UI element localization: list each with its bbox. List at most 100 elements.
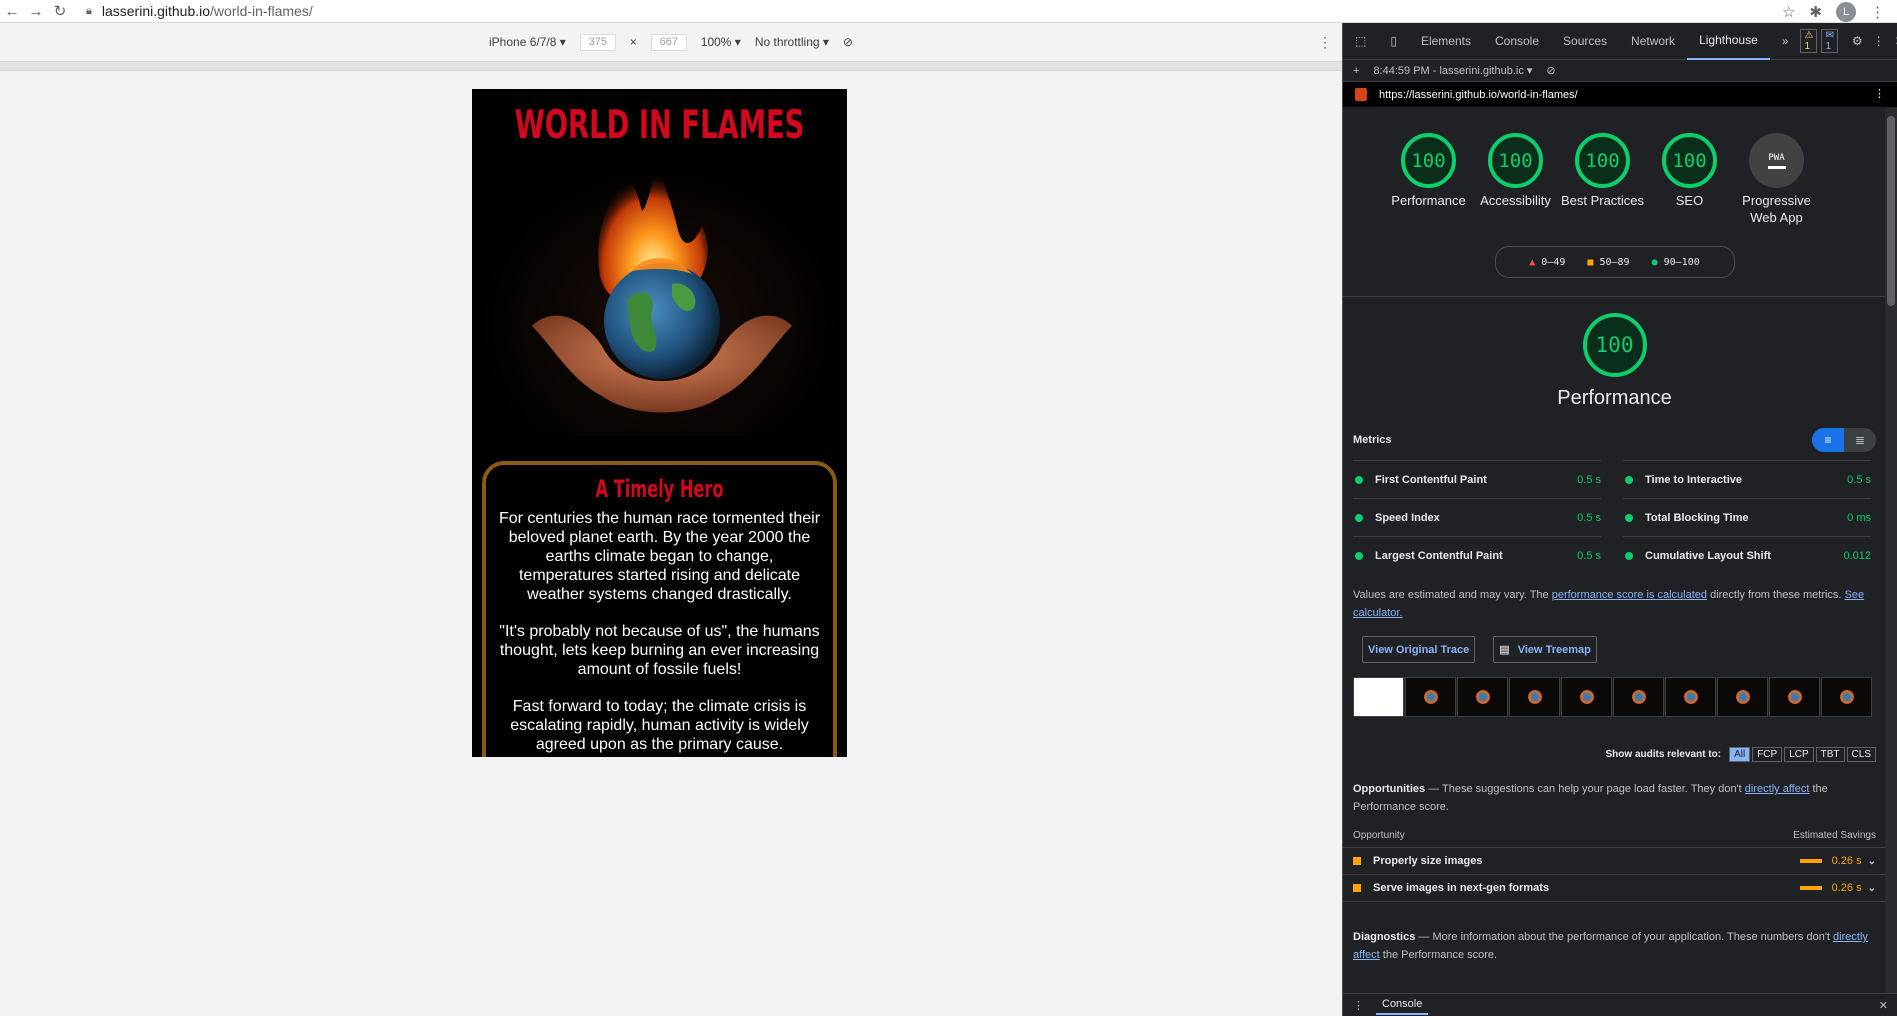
rotate-icon[interactable]: ⊘ [843, 35, 853, 49]
address-bar[interactable]: 🔒︎ lasserini.github.io/world-in-flames/ [86, 1, 313, 21]
devtools-menu-icon[interactable]: ⋮ [1873, 34, 1885, 48]
viewport-height-input[interactable]: 667 [650, 33, 687, 51]
more-tabs-icon[interactable]: » [1770, 23, 1801, 60]
metric-name: First Contentful Paint [1375, 473, 1487, 486]
media-query-ruler[interactable] [0, 61, 1342, 71]
browser-menu-icon[interactable]: ⋮ [1870, 3, 1885, 21]
metrics-header: Metrics ≡ ≣ [1343, 428, 1886, 452]
filter-all[interactable]: All [1729, 747, 1751, 762]
metric-name: Cumulative Layout Shift [1645, 549, 1771, 562]
opportunity-savings: 0.26 s [1831, 882, 1862, 894]
tab-elements[interactable]: Elements [1409, 23, 1483, 60]
browser-toolbar: ← → ↻ 🔒︎ lasserini.github.io/world-in-fl… [0, 0, 1897, 23]
metric-value: 0 ms [1847, 511, 1871, 524]
report-url[interactable]: https://lasserini.github.io/world-in-fla… [1379, 89, 1578, 101]
gauge-label: Accessibility [1480, 193, 1551, 208]
new-report-plus-icon[interactable]: + [1353, 65, 1359, 77]
report-select[interactable]: 8:44:59 PM - lasserini.github.ic ▾ [1373, 64, 1532, 77]
gauge-pwa[interactable]: PWA Progressive Web App [1742, 133, 1811, 226]
score-calculated-link[interactable]: performance score is calculated [1552, 589, 1707, 601]
drawer-close-icon[interactable]: ✕ [1879, 999, 1888, 1012]
pass-dot-icon [1355, 513, 1363, 522]
bookmark-star-icon[interactable]: ☆ [1782, 3, 1795, 21]
url-path: /world-in-flames/ [210, 3, 313, 19]
chevron-down-icon[interactable]: ⌄ [1868, 856, 1876, 867]
compact-view-icon[interactable]: ≡ [1812, 428, 1844, 452]
opportunity-name: Properly size images [1373, 855, 1483, 867]
pass-dot-icon [1625, 513, 1633, 522]
warnings-count: 1 [1804, 41, 1811, 52]
device-select[interactable]: iPhone 6/7/8 ▾ [489, 35, 566, 49]
drawer-menu-icon[interactable]: ⋮ [1353, 999, 1364, 1012]
gauge-performance[interactable]: 100 Performance [1391, 133, 1466, 226]
report-scrollbar[interactable] [1885, 108, 1897, 996]
warnings-badge[interactable]: ⚠ 1 [1800, 29, 1818, 53]
console-drawer-tab[interactable]: Console [1376, 995, 1429, 1015]
story-paragraph-3: Fast forward to today; the climate crisi… [510, 698, 809, 753]
score-gauges: 100 Performance 100 Accessibility 100 Be… [1343, 108, 1886, 226]
metric-si: Speed Index 0.5 s [1353, 498, 1601, 536]
gauge-label: Best Practices [1560, 193, 1645, 208]
reload-icon[interactable]: ↻ [48, 0, 72, 23]
square-icon: ■ [1587, 256, 1594, 268]
metric-fcp: First Contentful Paint 0.5 s [1353, 460, 1601, 498]
opportunity-row[interactable]: Properly size images 0.26 s ⌄ [1343, 848, 1886, 875]
legend-fail: ▲ 0–49 [1529, 257, 1565, 268]
messages-badge[interactable]: ✉ 1 [1821, 29, 1838, 53]
report-menu-icon[interactable]: ⋮ [1874, 87, 1885, 100]
gauge-label: SEO [1675, 193, 1704, 208]
view-original-trace-button[interactable]: View Original Trace [1362, 636, 1476, 663]
throttle-select[interactable]: No throttling ▾ [755, 35, 829, 49]
savings-bar [1799, 886, 1822, 890]
gauge-seo[interactable]: 100 SEO [1660, 133, 1719, 226]
pass-dot-icon [1355, 475, 1363, 484]
legend-average: ■ 50–89 [1587, 257, 1629, 268]
filter-cls[interactable]: CLS [1846, 747, 1876, 762]
note-text: Values are estimated and may vary. The [1353, 589, 1552, 601]
triangle-icon: ▲ [1529, 256, 1536, 268]
filter-tbt[interactable]: TBT [1815, 747, 1845, 762]
profile-avatar[interactable]: L [1836, 1, 1856, 22]
performance-category-title: Performance [1557, 387, 1672, 409]
expanded-view-icon[interactable]: ≣ [1844, 428, 1876, 452]
opportunity-row[interactable]: Serve images in next-gen formats 0.26 s ⌄ [1343, 875, 1886, 902]
devtools-tabbar: ⬚ ▯ Elements Console Sources Network Lig… [1343, 23, 1897, 60]
story-paragraph-2: "It's probably not because of us", the h… [499, 623, 820, 678]
tab-sources[interactable]: Sources [1551, 23, 1619, 60]
hero-image-burning-earth [472, 156, 847, 436]
device-menu-icon[interactable]: ⋮ [1318, 34, 1332, 51]
average-square-icon [1353, 857, 1361, 865]
tab-console[interactable]: Console [1483, 23, 1551, 60]
filmstrip-frame [1509, 677, 1560, 717]
metric-name: Largest Contentful Paint [1375, 549, 1503, 562]
lighthouse-report[interactable]: 100 Performance 100 Accessibility 100 Be… [1343, 108, 1886, 996]
forward-arrow-icon[interactable]: → [24, 0, 48, 23]
scrollbar-thumb[interactable] [1887, 116, 1895, 306]
inspect-element-icon[interactable]: ⬚ [1343, 23, 1378, 60]
zoom-select[interactable]: 100% ▾ [701, 35, 741, 49]
gauge-accessibility[interactable]: 100 Accessibility [1480, 133, 1551, 226]
extensions-puzzle-icon[interactable]: ✱ [1809, 3, 1822, 21]
gauge-ring: 100 [1488, 133, 1543, 188]
console-drawer: ⋮ Console ✕ [1343, 993, 1897, 1016]
chevron-down-icon[interactable]: ⌄ [1868, 883, 1876, 894]
view-treemap-button[interactable]: ▤ View Treemap [1493, 636, 1597, 663]
metrics-view-toggle[interactable]: ≡ ≣ [1812, 428, 1876, 452]
metric-tbt: Total Blocking Time 0 ms [1623, 498, 1871, 536]
metrics-title: Metrics [1353, 434, 1392, 446]
metric-lcp: Largest Contentful Paint 0.5 s [1353, 536, 1601, 574]
filter-lcp[interactable]: LCP [1784, 747, 1814, 762]
treemap-icon: ▤ [1499, 644, 1510, 656]
tab-lighthouse[interactable]: Lighthouse [1687, 23, 1770, 60]
filter-fcp[interactable]: FCP [1752, 747, 1783, 762]
story-paragraph-1: For centuries the human race tormented t… [498, 510, 821, 603]
device-toggle-icon[interactable]: ▯ [1378, 23, 1409, 60]
tab-network[interactable]: Network [1619, 23, 1687, 60]
settings-gear-icon[interactable]: ⚙ [1852, 34, 1863, 48]
back-arrow-icon[interactable]: ← [0, 0, 24, 23]
trace-buttons: View Original Trace ▤ View Treemap [1343, 636, 1886, 663]
gauge-best-practices[interactable]: 100 Best Practices [1561, 133, 1644, 226]
viewport-width-input[interactable]: 375 [579, 33, 616, 51]
directly-affect-link[interactable]: directly affect [1745, 783, 1810, 795]
clear-report-icon[interactable]: ⊘ [1546, 64, 1555, 77]
